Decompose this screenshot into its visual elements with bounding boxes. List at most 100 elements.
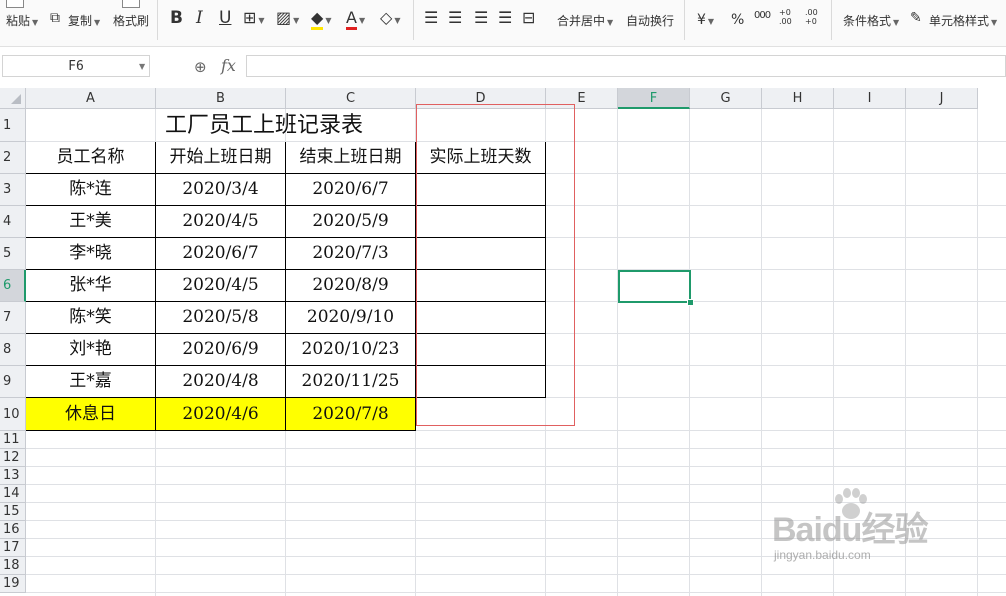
align-left-icon[interactable]: ☰ — [424, 8, 438, 28]
row-header-17[interactable]: 17 — [0, 539, 26, 557]
column-header-C[interactable]: C — [286, 88, 416, 109]
end-date-cell[interactable]: 2020/7/3 — [286, 238, 416, 270]
row-header-5[interactable]: 5 — [0, 238, 26, 270]
eraser-icon[interactable]: ◇ ▼ — [380, 8, 400, 31]
column-header-J[interactable]: J — [906, 88, 978, 109]
row-header-10[interactable]: 10 — [0, 398, 26, 431]
start-date-cell[interactable]: 2020/4/5 — [156, 270, 286, 302]
distribute-icon[interactable]: ⊟ — [522, 8, 535, 28]
employee-name-cell[interactable]: 刘*艳 — [26, 334, 156, 366]
decrease-decimal-button[interactable]: .00 +0 — [805, 8, 825, 26]
end-date-cell[interactable]: 2020/5/9 — [286, 206, 416, 238]
row-header-6[interactable]: 6 — [0, 270, 26, 302]
work-days-cell[interactable] — [416, 270, 546, 302]
row-header-8[interactable]: 8 — [0, 334, 26, 366]
work-days-cell[interactable] — [416, 174, 546, 206]
employee-name-cell[interactable]: 王*嘉 — [26, 366, 156, 398]
work-days-cell[interactable] — [416, 334, 546, 366]
row-header-16[interactable]: 16 — [0, 521, 26, 539]
column-header-D[interactable]: D — [416, 88, 546, 109]
column-header-A[interactable]: A — [26, 88, 156, 109]
font-color-icon[interactable]: A ▼ — [346, 8, 365, 31]
work-days-cell[interactable] — [416, 238, 546, 270]
function-icon[interactable]: fx — [221, 56, 236, 75]
toolbar-divider — [157, 0, 158, 40]
percent-button[interactable]: % — [731, 12, 744, 28]
row-header-1[interactable]: 1 — [0, 109, 26, 142]
employee-name-cell[interactable]: 王*美 — [26, 206, 156, 238]
column-header-E[interactable]: E — [546, 88, 618, 109]
fill-pattern-icon[interactable]: ▨ ▼ — [276, 8, 299, 31]
holiday-date-cell[interactable]: 2020/7/8 — [286, 398, 416, 431]
start-date-cell[interactable]: 2020/6/7 — [156, 238, 286, 270]
row-header-2[interactable]: 2 — [0, 142, 26, 174]
highlight-icon[interactable]: ◆ ▼ — [311, 8, 331, 31]
header-cell-days[interactable]: 实际上班天数 — [416, 142, 546, 174]
end-date-cell[interactable]: 2020/11/25 — [286, 366, 416, 398]
auto-wrap-button[interactable]: 自动换行 — [626, 12, 674, 29]
employee-name-cell[interactable]: 张*华 — [26, 270, 156, 302]
active-cell-F6[interactable] — [618, 270, 691, 303]
row-header-14[interactable]: 14 — [0, 485, 26, 503]
row-header-15[interactable]: 15 — [0, 503, 26, 521]
row-header-18[interactable]: 18 — [0, 557, 26, 575]
row-header-7[interactable]: 7 — [0, 302, 26, 334]
employee-name-cell[interactable]: 李*晓 — [26, 238, 156, 270]
formula-input[interactable] — [246, 55, 1006, 77]
employee-name-cell[interactable]: 陈*笑 — [26, 302, 156, 334]
row-header-12[interactable]: 12 — [0, 449, 26, 467]
start-date-cell[interactable]: 2020/6/9 — [156, 334, 286, 366]
fill-handle[interactable] — [687, 299, 694, 306]
underline-button[interactable]: U — [219, 8, 231, 28]
chevron-down-icon[interactable]: ▼ — [139, 62, 145, 71]
holiday-date-cell[interactable]: 2020/4/6 — [156, 398, 286, 431]
thousands-button[interactable]: 000 — [754, 10, 771, 21]
justify-icon[interactable]: ☰ — [498, 8, 512, 28]
paste-button[interactable]: 粘贴 ▼ — [6, 12, 38, 29]
italic-button[interactable]: I — [196, 8, 203, 28]
header-cell-name[interactable]: 员工名称 — [26, 142, 156, 174]
align-center-icon[interactable]: ☰ — [448, 8, 462, 28]
work-days-cell[interactable] — [416, 302, 546, 334]
copy-button[interactable]: 复制 ▼ — [68, 12, 100, 29]
select-all-corner[interactable] — [0, 88, 26, 109]
cell-style-button[interactable]: 单元格样式 ▼ — [929, 12, 997, 29]
employee-name-cell[interactable]: 陈*连 — [26, 174, 156, 206]
column-header-I[interactable]: I — [834, 88, 906, 109]
start-date-cell[interactable]: 2020/4/8 — [156, 366, 286, 398]
row-header-11[interactable]: 11 — [0, 431, 26, 449]
name-box[interactable]: F6 — [2, 55, 150, 77]
conditional-format-button[interactable]: 条件格式 ▼ — [843, 12, 899, 29]
header-cell-end[interactable]: 结束上班日期 — [286, 142, 416, 174]
row-header-19[interactable]: 19 — [0, 575, 26, 593]
formula-bar: F6 ▼ ⊕ fx — [0, 50, 1006, 84]
increase-decimal-button[interactable]: +0 .00 — [779, 8, 799, 26]
column-header-H[interactable]: H — [762, 88, 834, 109]
column-header-G[interactable]: G — [690, 88, 762, 109]
column-header-B[interactable]: B — [156, 88, 286, 109]
end-date-cell[interactable]: 2020/10/23 — [286, 334, 416, 366]
column-header-F[interactable]: F — [618, 88, 690, 109]
bold-button[interactable]: B — [170, 8, 183, 28]
work-days-cell[interactable] — [416, 206, 546, 238]
border-icon[interactable]: ⊞ ▼ — [243, 8, 265, 31]
work-days-cell[interactable] — [416, 366, 546, 398]
row-header-9[interactable]: 9 — [0, 366, 26, 398]
align-right-icon[interactable]: ☰ — [474, 8, 488, 28]
row-header-13[interactable]: 13 — [0, 467, 26, 485]
header-cell-start[interactable]: 开始上班日期 — [156, 142, 286, 174]
start-date-cell[interactable]: 2020/5/8 — [156, 302, 286, 334]
end-date-cell[interactable]: 2020/6/7 — [286, 174, 416, 206]
start-date-cell[interactable]: 2020/4/5 — [156, 206, 286, 238]
currency-button[interactable]: ¥ ▼ — [697, 12, 714, 28]
format-painter-button[interactable]: 格式刷 — [113, 12, 149, 29]
holiday-label-cell[interactable]: 休息日 — [26, 398, 156, 431]
start-date-cell[interactable]: 2020/3/4 — [156, 174, 286, 206]
merge-center-button[interactable]: 合并居中 ▼ — [557, 12, 613, 29]
end-date-cell[interactable]: 2020/8/9 — [286, 270, 416, 302]
row-header-3[interactable]: 3 — [0, 174, 26, 206]
end-date-cell[interactable]: 2020/9/10 — [286, 302, 416, 334]
row-header-4[interactable]: 4 — [0, 206, 26, 238]
zoom-icon[interactable]: ⊕ — [194, 58, 207, 76]
sheet-title[interactable]: 工厂员工上班记录表 — [26, 109, 546, 142]
